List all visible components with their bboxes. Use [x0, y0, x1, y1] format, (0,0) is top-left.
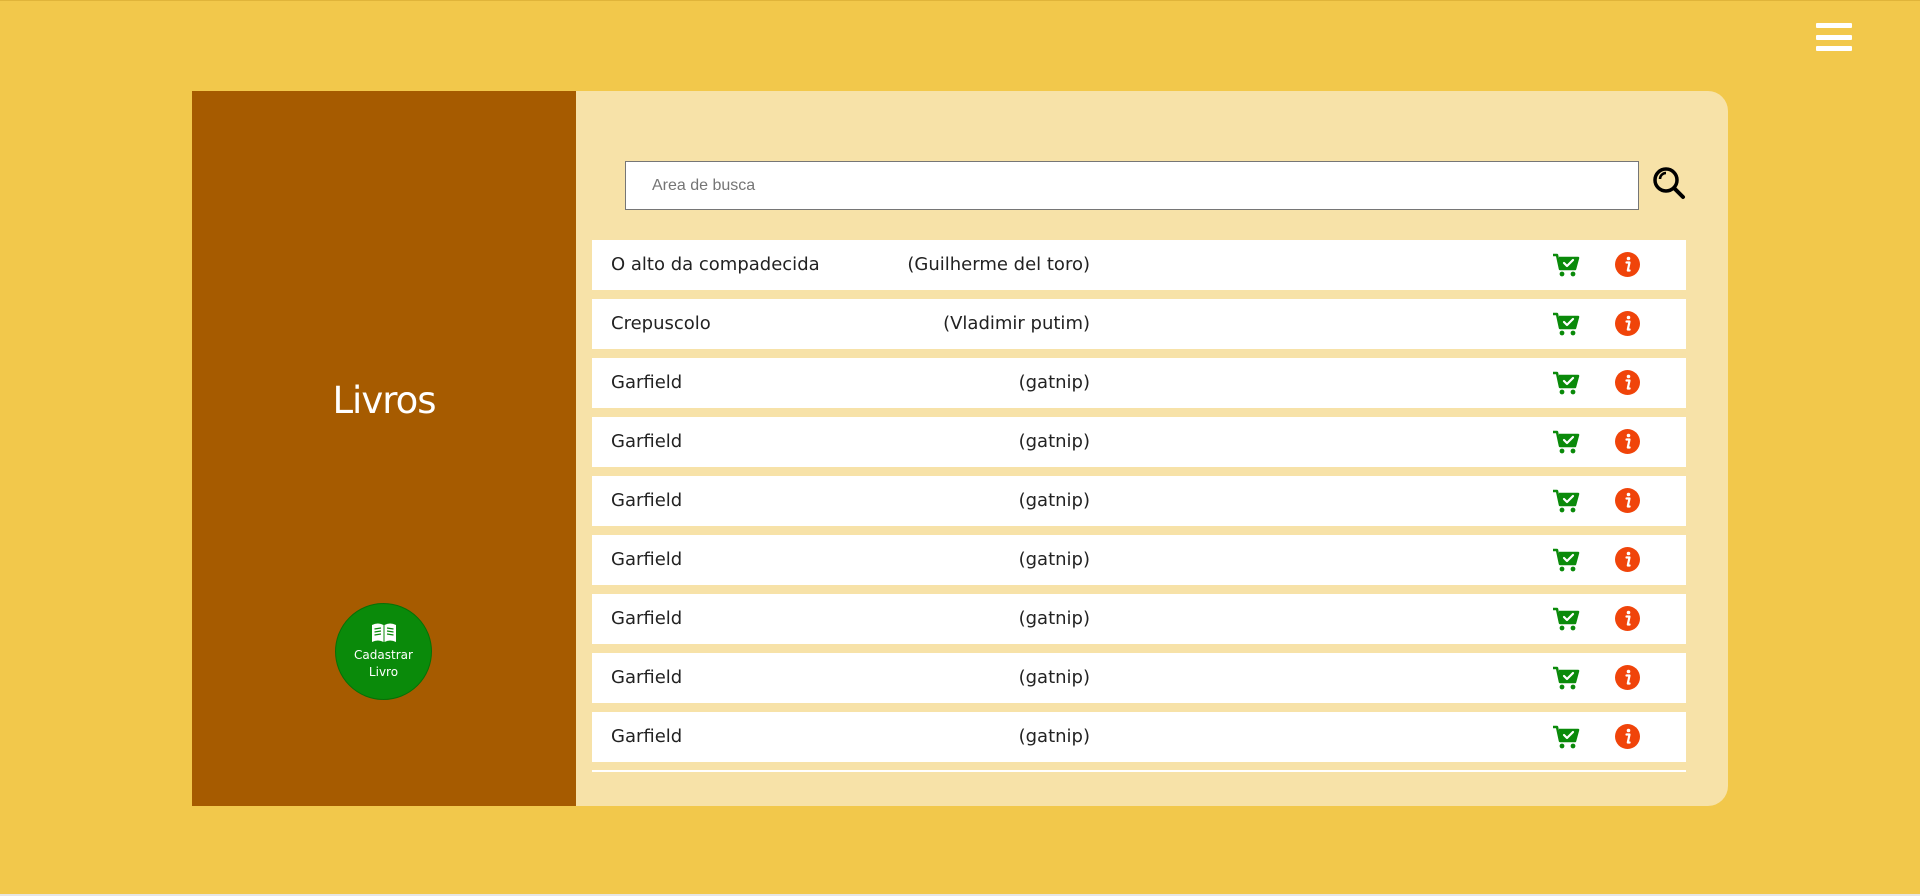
book-row: Garfield (gatnip) [592, 712, 1686, 762]
add-to-cart-button[interactable] [1552, 606, 1580, 632]
info-icon [1615, 488, 1640, 518]
book-info-button[interactable] [1615, 665, 1640, 690]
book-row: Garfield (gatnip) [592, 653, 1686, 703]
register-book-label: Cadastrar Livro [354, 648, 413, 679]
book-author: (gatnip) [1018, 549, 1090, 570]
cart-check-icon [1552, 312, 1580, 342]
book-open-icon [371, 623, 396, 642]
book-info-button[interactable] [1615, 547, 1640, 572]
search-button[interactable] [1651, 165, 1687, 201]
book-title: Garfield [611, 490, 683, 511]
add-to-cart-button[interactable] [1552, 665, 1580, 691]
book-author: (gatnip) [1018, 372, 1090, 393]
info-icon [1615, 429, 1640, 459]
info-icon [1615, 547, 1640, 577]
add-to-cart-button[interactable] [1552, 311, 1580, 337]
book-title: O alto da compadecida [611, 254, 820, 275]
book-info-button[interactable] [1615, 606, 1640, 631]
menu-button[interactable] [1816, 23, 1852, 51]
info-icon [1615, 606, 1640, 636]
book-title: Garfield [611, 726, 683, 747]
hamburger-icon-bar [1816, 46, 1852, 51]
add-to-cart-button[interactable] [1552, 547, 1580, 573]
cart-check-icon [1552, 371, 1580, 401]
book-title: Garfield [611, 372, 683, 393]
cart-check-icon [1552, 430, 1580, 460]
sidebar: Livros Cadastrar Livro [192, 91, 576, 806]
book-info-button[interactable] [1615, 252, 1640, 277]
info-icon [1615, 724, 1640, 754]
books-card: Livros Cadastrar Livro O alto da compade… [192, 91, 1728, 806]
book-author: (gatnip) [1018, 608, 1090, 629]
book-row: Garfield (gatnip) [592, 594, 1686, 644]
book-info-button[interactable] [1615, 370, 1640, 395]
book-title: Garfield [611, 667, 683, 688]
book-author: (Vladimir putim) [943, 313, 1090, 334]
cart-check-icon [1552, 725, 1580, 755]
search-input[interactable] [625, 161, 1639, 210]
cart-check-icon [1552, 666, 1580, 696]
hamburger-icon-bar [1816, 34, 1852, 40]
add-to-cart-button[interactable] [1552, 370, 1580, 396]
hamburger-icon-bar [1816, 23, 1852, 28]
book-info-button[interactable] [1615, 429, 1640, 454]
cart-check-icon [1552, 607, 1580, 637]
book-author: (gatnip) [1018, 490, 1090, 511]
search-icon [1653, 167, 1685, 199]
book-row: O alto da compadecida (Guilherme del toro… [592, 240, 1686, 290]
book-author: (gatnip) [1018, 726, 1090, 747]
book-info-button[interactable] [1615, 488, 1640, 513]
cart-check-icon [1552, 253, 1580, 283]
cart-check-icon [1552, 489, 1580, 519]
book-info-button[interactable] [1615, 724, 1640, 749]
book-author: (gatnip) [1018, 667, 1090, 688]
book-row: Garfield (gatnip) [592, 535, 1686, 585]
book-list: O alto da compadecida (Guilherme del toro… [592, 240, 1686, 772]
add-to-cart-button[interactable] [1552, 488, 1580, 514]
book-row: Garfield (gatnip) [592, 476, 1686, 526]
add-to-cart-button[interactable] [1552, 429, 1580, 455]
info-icon [1615, 311, 1640, 341]
register-book-button[interactable]: Cadastrar Livro [335, 603, 432, 700]
add-to-cart-button[interactable] [1552, 252, 1580, 278]
book-row: Garfield (gatnip) [592, 358, 1686, 408]
book-title: Garfield [611, 431, 683, 452]
book-info-button[interactable] [1615, 311, 1640, 336]
info-icon [1615, 370, 1640, 400]
book-title: Crepuscolo [611, 313, 711, 334]
add-to-cart-button[interactable] [1552, 724, 1580, 750]
list-end-divider [592, 770, 1686, 772]
book-row: Garfield (gatnip) [592, 417, 1686, 467]
info-icon [1615, 252, 1640, 282]
book-author: (gatnip) [1018, 431, 1090, 452]
book-title: Garfield [611, 549, 683, 570]
page-title: Livros [332, 379, 436, 422]
book-row: Crepuscolo (Vladimir putim) [592, 299, 1686, 349]
cart-check-icon [1552, 548, 1580, 578]
info-icon [1615, 665, 1640, 695]
book-author: (Guilherme del toro) [907, 254, 1090, 275]
book-title: Garfield [611, 608, 683, 629]
